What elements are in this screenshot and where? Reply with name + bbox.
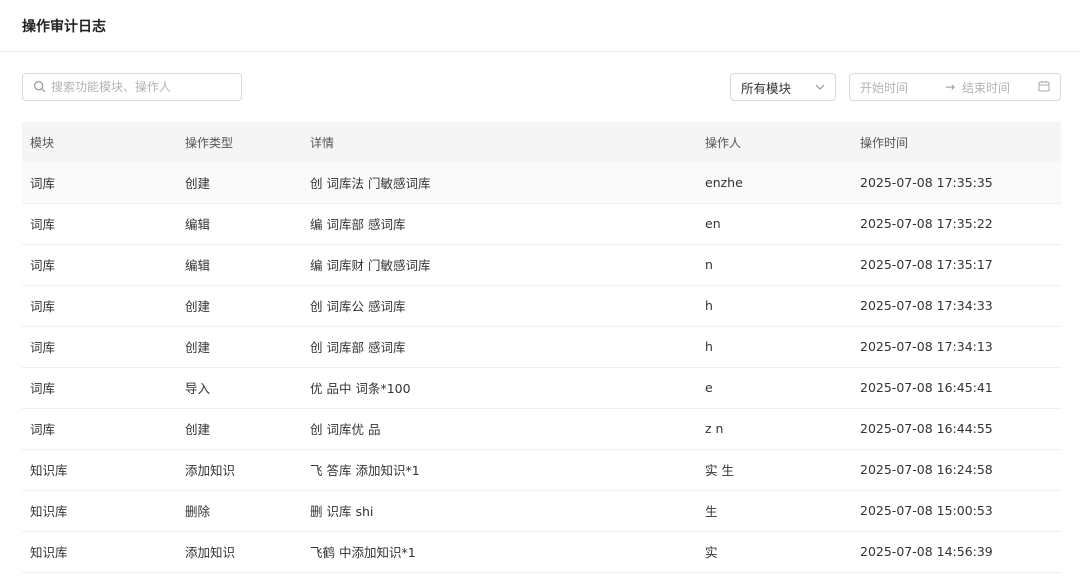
cell-module: 词库 [22,326,177,368]
page-title: 操作审计日志 [22,18,106,35]
cell-detail: 删 识库 shi [302,490,697,532]
cell-time: 2025-07-08 14:56:39 [852,531,1061,573]
cell-time: 2025-07-08 17:34:13 [852,326,1061,368]
module-select-value: 所有模块 [741,80,792,96]
cell-operator: z n [697,408,852,450]
column-header-detail[interactable]: 详情 [302,122,697,162]
table-row[interactable]: 词库 编辑 编 词库财 门敏感词库 n 2025-07-08 17:35:17 [22,244,1061,286]
arrow-right-icon: → [944,80,956,94]
cell-detail: 飞 答库 添加知识*1 [302,449,697,491]
date-end-input[interactable]: 结束时间 [962,79,1038,96]
cell-detail: 飞鹤 中添加知识*1 [302,531,697,573]
cell-time: 2025-07-08 17:35:22 [852,203,1061,245]
cell-type: 编辑 [177,244,302,286]
table-row[interactable]: 词库 编辑 编 词库部 感词库 en 2025-07-08 17:35:22 [22,203,1061,245]
cell-type: 创建 [177,326,302,368]
cell-detail: 创 词库法 门敏感词库 [302,162,697,204]
cell-time: 2025-07-08 16:45:41 [852,367,1061,409]
cell-operator: enzhe [697,162,852,204]
cell-type: 导入 [177,367,302,409]
cell-module: 词库 [22,408,177,450]
cell-time: 2025-07-08 17:34:33 [852,285,1061,327]
audit-log-table: 模块 操作类型 详情 操作人 操作时间 词库 创建 创 词库法 门敏感词库 en… [22,122,1061,573]
cell-time: 2025-07-08 15:00:53 [852,490,1061,532]
cell-detail: 创 词库部 感词库 [302,326,697,368]
cell-module: 词库 [22,203,177,245]
table-row[interactable]: 词库 创建 创 词库部 感词库 h 2025-07-08 17:34:13 [22,326,1061,368]
table-header-row: 模块 操作类型 详情 操作人 操作时间 [22,122,1061,162]
cell-module: 知识库 [22,490,177,532]
cell-time: 2025-07-08 16:24:58 [852,449,1061,491]
table-row[interactable]: 知识库 添加知识 飞鹤 中添加知识*1 实 2025-07-08 14:56:3… [22,531,1061,573]
cell-type: 删除 [177,490,302,532]
cell-type: 添加知识 [177,449,302,491]
cell-operator: 实 [697,531,852,573]
cell-operator: n [697,244,852,286]
cell-operator: h [697,326,852,368]
cell-type: 添加知识 [177,531,302,573]
table-row[interactable]: 知识库 添加知识 飞 答库 添加知识*1 实 生 2025-07-08 16:2… [22,449,1061,491]
column-header-type[interactable]: 操作类型 [177,122,302,162]
column-header-time[interactable]: 操作时间 [852,122,1061,162]
cell-operator: en [697,203,852,245]
cell-time: 2025-07-08 17:35:17 [852,244,1061,286]
page-header: 操作审计日志 [0,0,1080,52]
table-row[interactable]: 知识库 删除 删 识库 shi 生 2025-07-08 15:00:53 [22,490,1061,532]
module-select[interactable]: 所有模块 [730,73,836,101]
table-row[interactable]: 词库 创建 创 词库公 感词库 h 2025-07-08 17:34:33 [22,285,1061,327]
cell-detail: 编 词库部 感词库 [302,203,697,245]
cell-type: 编辑 [177,203,302,245]
date-range-picker[interactable]: 开始时间 → 结束时间 [849,73,1061,101]
cell-module: 词库 [22,244,177,286]
cell-type: 创建 [177,285,302,327]
column-header-operator[interactable]: 操作人 [697,122,852,162]
cell-detail: 编 词库财 门敏感词库 [302,244,697,286]
cell-module: 词库 [22,367,177,409]
cell-time: 2025-07-08 17:35:35 [852,162,1061,204]
cell-operator: 实 生 [697,449,852,491]
cell-module: 知识库 [22,531,177,573]
cell-type: 创建 [177,408,302,450]
date-start-input[interactable]: 开始时间 [860,79,940,96]
cell-type: 创建 [177,162,302,204]
cell-operator: e [697,367,852,409]
table-row[interactable]: 词库 导入 优 品中 词条*100 e 2025-07-08 16:45:41 [22,367,1061,409]
cell-operator: h [697,285,852,327]
cell-module: 词库 [22,285,177,327]
cell-module: 知识库 [22,449,177,491]
filter-toolbar: 所有模块 开始时间 → 结束时间 [0,52,1080,122]
cell-operator: 生 [697,490,852,532]
cell-detail: 创 词库优 品 [302,408,697,450]
search-box[interactable] [22,73,242,101]
cell-module: 词库 [22,162,177,204]
table-row[interactable]: 词库 创建 创 词库法 门敏感词库 enzhe 2025-07-08 17:35… [22,162,1061,204]
table-row[interactable]: 词库 创建 创 词库优 品 z n 2025-07-08 16:44:55 [22,408,1061,450]
cell-time: 2025-07-08 16:44:55 [852,408,1061,450]
calendar-icon [1038,80,1050,95]
cell-detail: 创 词库公 感词库 [302,285,697,327]
chevron-down-icon [815,80,825,95]
column-header-module[interactable]: 模块 [22,122,177,162]
cell-detail: 优 品中 词条*100 [302,367,697,409]
search-icon [33,78,46,97]
search-input[interactable] [51,80,231,94]
